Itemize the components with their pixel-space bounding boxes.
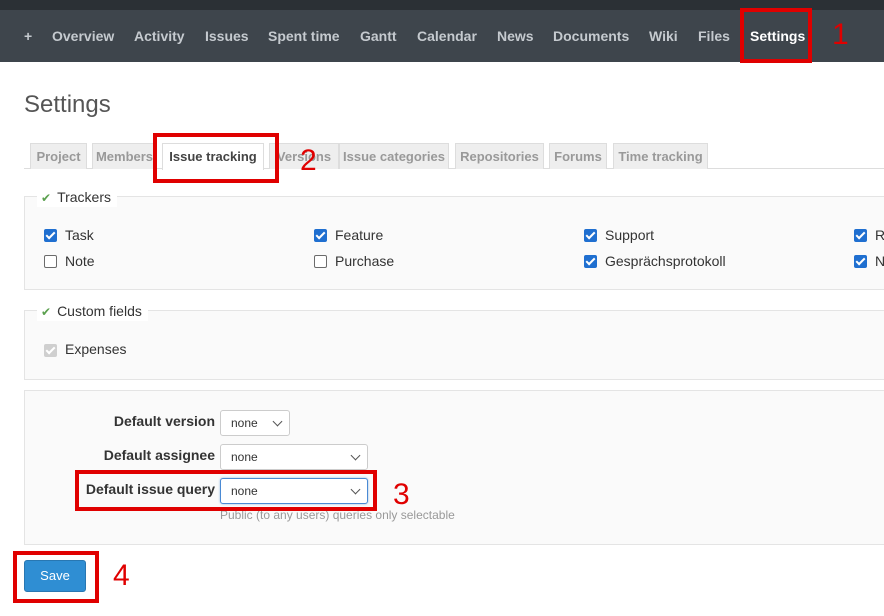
annotation-box-2 [153, 133, 279, 183]
menu-item-spent-time[interactable]: Spent time [268, 10, 340, 62]
menu-item-calendar[interactable]: Calendar [417, 10, 477, 62]
tracker-label-feature: Feature [335, 227, 384, 243]
tracker-checkbox-task[interactable] [44, 229, 57, 242]
tab-members[interactable]: Members [92, 143, 157, 169]
tracker-label-r: R [875, 227, 884, 243]
tracker-checkbox-feature[interactable] [314, 229, 327, 242]
tab-repositories[interactable]: Repositories [455, 143, 544, 169]
custom-fields-legend[interactable]: ✔ Custom fields [37, 302, 148, 321]
custom-fields-legend-label: Custom fields [57, 303, 142, 319]
tab-forums[interactable]: Forums [549, 143, 607, 169]
tracker-checkbox-n[interactable] [854, 255, 867, 268]
annotation-number-2: 2 [300, 144, 317, 177]
tracker-label-n: N [875, 253, 884, 269]
default-version-value: none [231, 416, 258, 430]
tracker-label-purchase: Purchase [335, 253, 395, 269]
tab-time-tracking[interactable]: Time tracking [613, 143, 708, 169]
annotation-number-4: 4 [113, 559, 130, 592]
menu-item-gantt[interactable]: Gantt [360, 10, 397, 62]
annotation-box-3 [75, 470, 377, 511]
tracker-label-note: Note [65, 253, 95, 269]
tracker-checkbox-gespraechsprotokoll[interactable] [584, 255, 597, 268]
default-assignee-select[interactable]: none [220, 444, 368, 470]
annotation-number-3: 3 [393, 478, 410, 511]
menu-item-overview[interactable]: Overview [52, 10, 114, 62]
new-object-button[interactable]: + [24, 10, 32, 62]
trackers-legend-label: Trackers [57, 189, 111, 205]
trackers-legend[interactable]: ✔ Trackers [37, 188, 117, 207]
menu-item-documents[interactable]: Documents [553, 10, 629, 62]
defaults-box: Default version none Default assignee no… [24, 390, 884, 545]
tracker-checkbox-note[interactable] [44, 255, 57, 268]
custom-field-checkbox-expenses [44, 344, 57, 357]
menu-item-issues[interactable]: Issues [205, 10, 249, 62]
tracker-checkbox-purchase[interactable] [314, 255, 327, 268]
tracker-checkbox-r[interactable] [854, 229, 867, 242]
trackers-box: ✔ Trackers Task Feature Support R Note Pu… [24, 188, 884, 290]
custom-field-label-expenses: Expenses [65, 341, 127, 357]
chevron-down-icon [272, 416, 283, 427]
tab-project[interactable]: Project [30, 143, 87, 169]
menu-item-files[interactable]: Files [698, 10, 730, 62]
tracker-label-gespraechsprotokoll: Gesprächsprotokoll [605, 253, 726, 269]
tracker-checkbox-support[interactable] [584, 229, 597, 242]
annotation-box-4 [13, 551, 99, 603]
menu-item-news[interactable]: News [497, 10, 534, 62]
checkmark-icon: ✔ [41, 191, 52, 205]
checkmark-icon: ✔ [41, 305, 52, 319]
menu-item-activity[interactable]: Activity [134, 10, 185, 62]
menu-item-wiki[interactable]: Wiki [649, 10, 678, 62]
default-version-select[interactable]: none [220, 410, 290, 436]
tracker-label-support: Support [605, 227, 655, 243]
annotation-box-1 [740, 8, 812, 63]
annotation-number-1: 1 [832, 18, 849, 51]
tracker-label-task: Task [65, 227, 94, 243]
custom-fields-box: ✔ Custom fields Expenses [24, 302, 884, 380]
chevron-down-icon [350, 450, 361, 461]
default-assignee-label: Default assignee [103, 447, 215, 463]
default-version-label: Default version [113, 413, 215, 429]
default-assignee-value: none [231, 450, 258, 464]
tab-issue-categories[interactable]: Issue categories [339, 143, 449, 169]
page-title: Settings [24, 91, 111, 118]
